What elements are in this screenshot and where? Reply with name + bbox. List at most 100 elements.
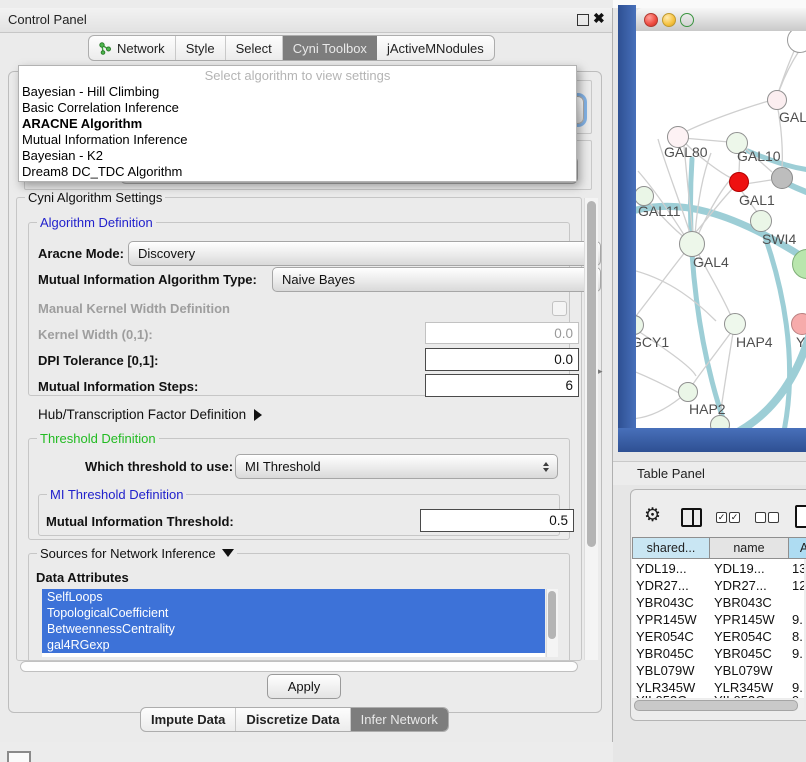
network-node-y[interactable] xyxy=(791,313,806,335)
table-cell[interactable]: 12 xyxy=(792,577,804,594)
dropdown-item[interactable]: Bayesian - K2 xyxy=(19,148,576,164)
tab-impute-data[interactable]: Impute Data xyxy=(141,708,236,731)
checked-checkbox-icon[interactable]: ✓ xyxy=(716,512,727,523)
table-cell[interactable]: YBL079W xyxy=(636,662,708,679)
manual-kernel-checkbox[interactable] xyxy=(552,301,567,316)
sources-title-label: Sources for Network Inference xyxy=(40,546,216,561)
mi-steps-value: 6 xyxy=(565,378,573,393)
tab-infer-network[interactable]: Infer Network xyxy=(351,708,448,731)
column-header-label: name xyxy=(733,541,764,555)
table-cell[interactable]: 9. xyxy=(792,645,804,662)
dropdown-item-aracne[interactable]: ARACNE Algorithm xyxy=(19,116,576,132)
column-header-label: shared... xyxy=(647,541,696,555)
table-rows: YDL19...YDL19...13 YDR27...YDR27...12 YB… xyxy=(632,559,804,698)
table-cell[interactable] xyxy=(792,662,804,679)
mi-threshold-label: Mutual Information Threshold: xyxy=(46,514,234,529)
tab-select[interactable]: Select xyxy=(226,36,283,60)
table-cell[interactable]: 13 xyxy=(792,560,804,577)
table-cell[interactable]: YDL19... xyxy=(714,560,788,577)
table-cell[interactable]: YIL052C xyxy=(636,692,708,698)
dropdown-item[interactable]: Basic Correlation Inference xyxy=(19,100,576,116)
minimize-traffic-light-icon[interactable] xyxy=(662,13,676,27)
tab-network[interactable]: Network xyxy=(89,36,176,60)
table-cell[interactable]: YPR145W xyxy=(714,611,788,628)
gear-icon[interactable]: ⚙ xyxy=(644,506,661,525)
kernel-width-field[interactable]: 0.0 xyxy=(425,322,579,344)
zoom-traffic-light-icon[interactable] xyxy=(680,13,694,27)
dpi-tolerance-field[interactable]: 0.0 xyxy=(425,348,579,371)
network-node-label: GAL xyxy=(779,109,806,125)
table-cell[interactable]: YIL052C xyxy=(714,692,788,698)
table-cell[interactable]: YBR043C xyxy=(714,594,788,611)
mi-steps-field[interactable]: 6 xyxy=(425,374,579,397)
close-icon[interactable]: ✖ xyxy=(593,10,605,27)
unchecked-checkbox-icon[interactable] xyxy=(768,512,779,523)
float-window-icon[interactable] xyxy=(577,14,589,26)
table-cell[interactable]: YBL079W xyxy=(714,662,788,679)
attr-list-scrollbar[interactable] xyxy=(546,589,558,657)
document-icon[interactable] xyxy=(795,505,806,528)
table-cell[interactable]: YDR27... xyxy=(714,577,788,594)
network-node-gal[interactable] xyxy=(767,90,787,110)
network-node-label: HAP2 xyxy=(689,401,726,417)
table-cell[interactable]: YDR27... xyxy=(636,577,708,594)
data-attributes-list: SelfLoops TopologicalCoefficient Between… xyxy=(42,589,545,657)
table-cell[interactable] xyxy=(792,594,804,611)
checked-checkbox-icon[interactable]: ✓ xyxy=(729,512,740,523)
table-cell[interactable]: 9 xyxy=(792,692,804,698)
attr-item-selected[interactable]: BetweennessCentrality xyxy=(42,621,545,637)
table-cell[interactable]: YBR045C xyxy=(636,645,708,662)
table-cell[interactable]: YER054C xyxy=(714,628,788,645)
splitter-grip-icon[interactable]: ▸ xyxy=(598,366,603,377)
settings-horizontal-scrollbar[interactable] xyxy=(20,661,578,672)
network-node[interactable] xyxy=(771,167,793,189)
table-cell[interactable]: 9. xyxy=(792,611,804,628)
table-cell[interactable]: YER054C xyxy=(636,628,708,645)
tab-discretize-data[interactable]: Discretize Data xyxy=(236,708,350,731)
tab-style[interactable]: Style xyxy=(176,36,226,60)
mi-type-label: Mutual Information Algorithm Type: xyxy=(38,272,257,287)
attr-item-selected[interactable]: TopologicalCoefficient xyxy=(42,605,545,621)
mi-type-select[interactable]: Naive Bayes xyxy=(272,267,601,292)
dropdown-item[interactable]: Dream8 DC_TDC Algorithm xyxy=(19,164,576,180)
table-cell[interactable]: 8. xyxy=(792,628,804,645)
sources-group-title[interactable]: Sources for Network Inference xyxy=(37,546,237,561)
which-threshold-select[interactable]: MI Threshold xyxy=(235,454,558,479)
close-traffic-light-icon[interactable] xyxy=(644,13,658,27)
attr-item-selected[interactable]: SelfLoops xyxy=(42,589,545,605)
column-header-name[interactable]: name xyxy=(709,537,789,559)
tab-jactivemnodules[interactable]: jActiveMNodules xyxy=(377,36,494,60)
unchecked-checkbox-icon[interactable] xyxy=(755,512,766,523)
dpi-tolerance-value: 0.0 xyxy=(554,352,573,367)
column-header-shared[interactable]: shared... xyxy=(632,537,710,559)
dropdown-item[interactable]: Bayesian - Hill Climbing xyxy=(19,84,576,100)
mi-type-value: Naive Bayes xyxy=(282,272,355,287)
network-node-gal1[interactable] xyxy=(729,172,749,192)
table-horizontal-scrollbar[interactable] xyxy=(632,699,804,710)
which-threshold-label: Which threshold to use: xyxy=(85,459,233,474)
network-node-swi4[interactable] xyxy=(750,210,772,232)
tab-cyni-toolbox[interactable]: Cyni Toolbox xyxy=(283,36,377,60)
apply-button[interactable]: Apply xyxy=(267,674,341,699)
network-node-hap2[interactable] xyxy=(678,382,698,402)
settings-vertical-scrollbar[interactable] xyxy=(584,198,598,660)
tab-infer-label: Infer Network xyxy=(361,712,438,727)
columns-icon[interactable] xyxy=(681,508,702,527)
table-cell[interactable]: YBR043C xyxy=(636,594,708,611)
column-header-partial[interactable]: A xyxy=(788,537,806,559)
table-cell[interactable]: YPR145W xyxy=(636,611,708,628)
network-node-label: GAL1 xyxy=(739,192,775,208)
network-window-titlebar[interactable] xyxy=(636,8,806,32)
network-node-label: Y xyxy=(796,334,805,350)
table-cell[interactable]: YDL19... xyxy=(636,560,708,577)
network-node-hap4[interactable] xyxy=(724,313,746,335)
table-cell[interactable]: YBR045C xyxy=(714,645,788,662)
aracne-mode-select[interactable]: Discovery xyxy=(128,241,601,266)
mi-threshold-field[interactable]: 0.5 xyxy=(420,509,574,532)
tab-impute-label: Impute Data xyxy=(151,712,225,727)
column-header-label: A xyxy=(800,541,806,555)
hub-definition-toggle[interactable]: Hub/Transcription Factor Definition xyxy=(38,407,262,422)
attr-item-selected[interactable]: gal4RGexp xyxy=(42,637,545,653)
dropdown-item[interactable]: Mutual Information Inference xyxy=(19,132,576,148)
network-canvas[interactable]: GALGAL80GAL10GAL1GAL11SWI4GAL4GCY1HAP4YH… xyxy=(636,31,806,428)
